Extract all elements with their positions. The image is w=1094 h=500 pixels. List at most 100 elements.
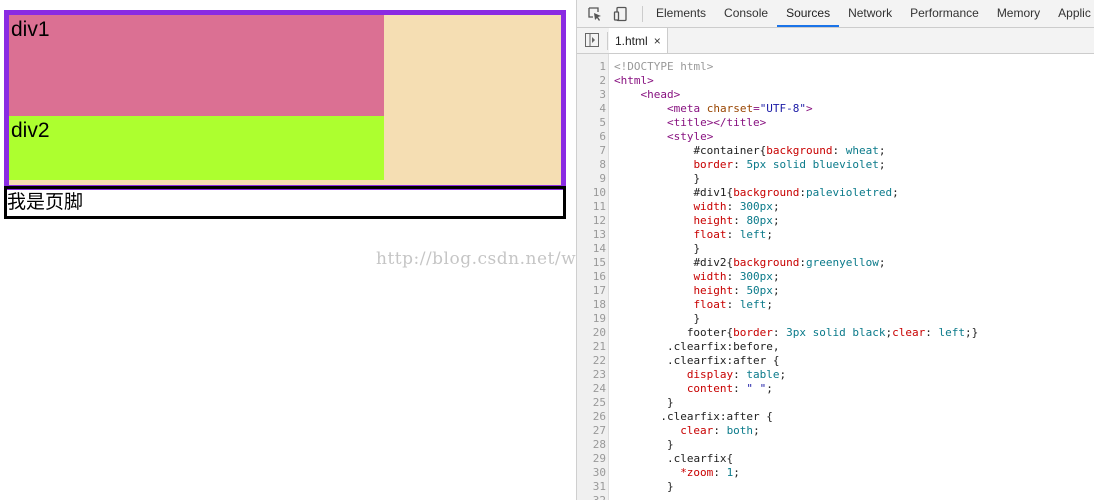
line-number: 24 <box>592 382 606 395</box>
code-line: 9} <box>577 172 1094 186</box>
code-text: #div1{background:palevioletred; <box>693 186 899 199</box>
line-number: 28 <box>592 438 606 451</box>
line-number: 1 <box>599 60 606 73</box>
line-number: 27 <box>592 424 606 437</box>
code-line: 1 <!DOCTYPE html> <box>577 60 1094 74</box>
code-text: } <box>693 242 701 255</box>
code-line: 24 content: " "; <box>577 382 1094 396</box>
code-text: #container{background: wheat; <box>693 144 886 157</box>
line-number: 12 <box>592 214 606 227</box>
code-line: 25} <box>577 396 1094 410</box>
page-preview: div1 div2 我是页脚 http://blog.csdn.net/weix… <box>0 0 576 500</box>
div1-label: div1 <box>11 18 50 41</box>
div1-box: div1 <box>9 15 384 116</box>
code-text: } <box>693 312 701 325</box>
line-number: 16 <box>592 270 606 283</box>
code-text: } <box>666 396 674 409</box>
code-text: .clearfix:before, <box>666 340 780 353</box>
code-line: 29 .clearfix{ <box>577 452 1094 466</box>
inspect-element-icon[interactable] <box>585 4 605 24</box>
code-line: 2 <html> <box>577 74 1094 88</box>
code-line: 4 <meta charset="UTF-8"> <box>577 102 1094 116</box>
code-line: 26 .clearfix:after { <box>577 410 1094 424</box>
line-number: 29 <box>592 452 606 465</box>
line-number: 18 <box>592 298 606 311</box>
navigator-toggle-icon[interactable] <box>585 33 599 47</box>
code-line: 31} <box>577 480 1094 494</box>
line-number: 17 <box>592 284 606 297</box>
watermark: http://blog.csdn.net/weixin_38745394 <box>376 249 576 269</box>
line-number: 14 <box>592 242 606 255</box>
tab-network[interactable]: Network <box>839 0 901 27</box>
code-text: content: " "; <box>686 382 773 395</box>
devtools-toolbar: Elements Console Sources Network Perform… <box>577 0 1094 28</box>
code-line: 13 float: left; <box>577 228 1094 242</box>
line-number: 23 <box>592 368 606 381</box>
code-line: 23 display: table; <box>577 368 1094 382</box>
footer-label: 我是页脚 <box>7 191 84 213</box>
code-line: 8 border: 5px solid blueviolet; <box>577 158 1094 172</box>
code-line: 21 .clearfix:before, <box>577 340 1094 354</box>
tab-sources[interactable]: Sources <box>777 0 840 27</box>
code-line: 22 .clearfix:after { <box>577 354 1094 368</box>
device-toolbar-icon[interactable] <box>611 4 631 24</box>
code-line: 15 #div2{background:greenyellow; <box>577 256 1094 270</box>
code-text: .clearfix{ <box>666 452 734 465</box>
line-number: 19 <box>592 312 606 325</box>
line-number: 20 <box>592 326 606 339</box>
toolbar-separator <box>642 6 643 22</box>
code-text: footer{border: 3px solid black;clear: le… <box>686 326 979 339</box>
tab-memory[interactable]: Memory <box>988 0 1049 27</box>
tab-elements[interactable]: Elements <box>647 0 715 27</box>
code-text: } <box>693 172 701 185</box>
line-number: 7 <box>599 144 606 157</box>
line-number: 31 <box>592 480 606 493</box>
code-text: <head> <box>640 88 681 101</box>
tab-performance[interactable]: Performance <box>901 0 988 27</box>
close-icon[interactable]: × <box>654 34 661 48</box>
code-text: height: 80px; <box>693 214 780 227</box>
code-line: 30 *zoom: 1; <box>577 466 1094 480</box>
line-number: 10 <box>592 186 606 199</box>
code-text: clear: both; <box>680 424 760 437</box>
code-text: *zoom: 1; <box>680 466 740 479</box>
code-line: 19} <box>577 312 1094 326</box>
code-line: 6 <style> <box>577 130 1094 144</box>
file-tab-name: 1.html <box>615 33 648 48</box>
code-text: border: 5px solid blueviolet; <box>693 158 886 171</box>
code-text: .clearfix:after { <box>660 410 773 423</box>
file-bar-separator <box>607 32 608 50</box>
code-text: <!DOCTYPE html> <box>614 60 714 73</box>
code-text: } <box>666 480 674 493</box>
code-line: 7 #container{background: wheat; <box>577 144 1094 158</box>
code-text: <html> <box>614 74 654 87</box>
code-text: float: left; <box>693 228 773 241</box>
devtools-tab-strip: Elements Console Sources Network Perform… <box>647 0 1094 28</box>
tab-application[interactable]: Applic <box>1049 0 1094 27</box>
line-number: 11 <box>592 200 606 213</box>
code-line: 32 <box>577 494 1094 500</box>
line-number: 3 <box>599 88 606 101</box>
code-line: 18 float: left; <box>577 298 1094 312</box>
code-line: 14} <box>577 242 1094 256</box>
line-number: 26 <box>592 410 606 423</box>
file-tab[interactable]: 1.html × <box>609 28 668 53</box>
code-text: <style> <box>666 130 714 143</box>
code-line: 28} <box>577 438 1094 452</box>
code-text: } <box>666 438 674 451</box>
code-text: <title></title> <box>666 116 767 129</box>
line-number: 9 <box>599 172 606 185</box>
line-number: 32 <box>577 494 606 500</box>
tab-console[interactable]: Console <box>715 0 777 27</box>
line-number: 8 <box>599 158 606 171</box>
code-line: 10 #div1{background:palevioletred; <box>577 186 1094 200</box>
line-number: 30 <box>592 466 606 479</box>
line-number: 13 <box>592 228 606 241</box>
container-box: div1 div2 <box>4 10 566 190</box>
code-line: 11 width: 300px; <box>577 200 1094 214</box>
code-line: 5 <title></title> <box>577 116 1094 130</box>
div2-label: div2 <box>11 119 50 142</box>
code-line: 20 footer{border: 3px solid black;clear: … <box>577 326 1094 340</box>
code-line: 12 height: 80px; <box>577 214 1094 228</box>
code-editor[interactable]: 1 <!DOCTYPE html> 2 <html> 3 <head> 4 <meta cha… <box>577 54 1094 500</box>
